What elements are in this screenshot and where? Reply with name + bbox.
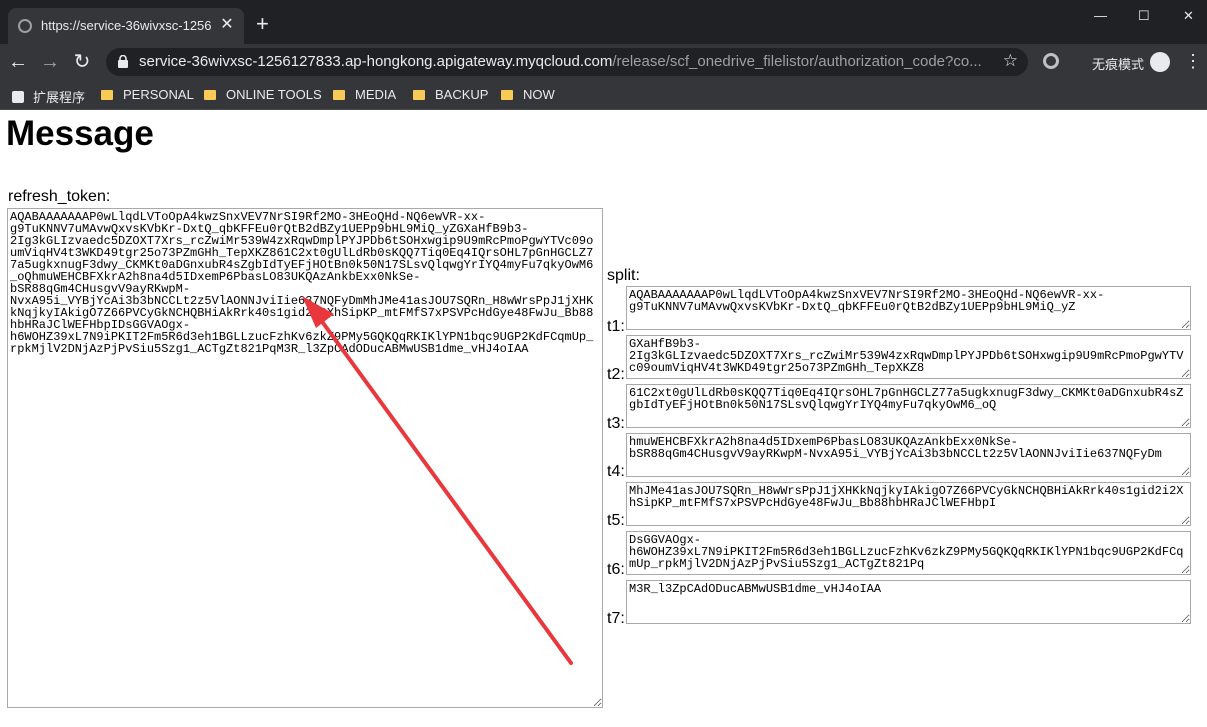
annotation-arrow-head xyxy=(302,296,334,328)
annotation-arrow xyxy=(302,296,573,665)
annotation-arrow-shaft xyxy=(316,314,573,665)
